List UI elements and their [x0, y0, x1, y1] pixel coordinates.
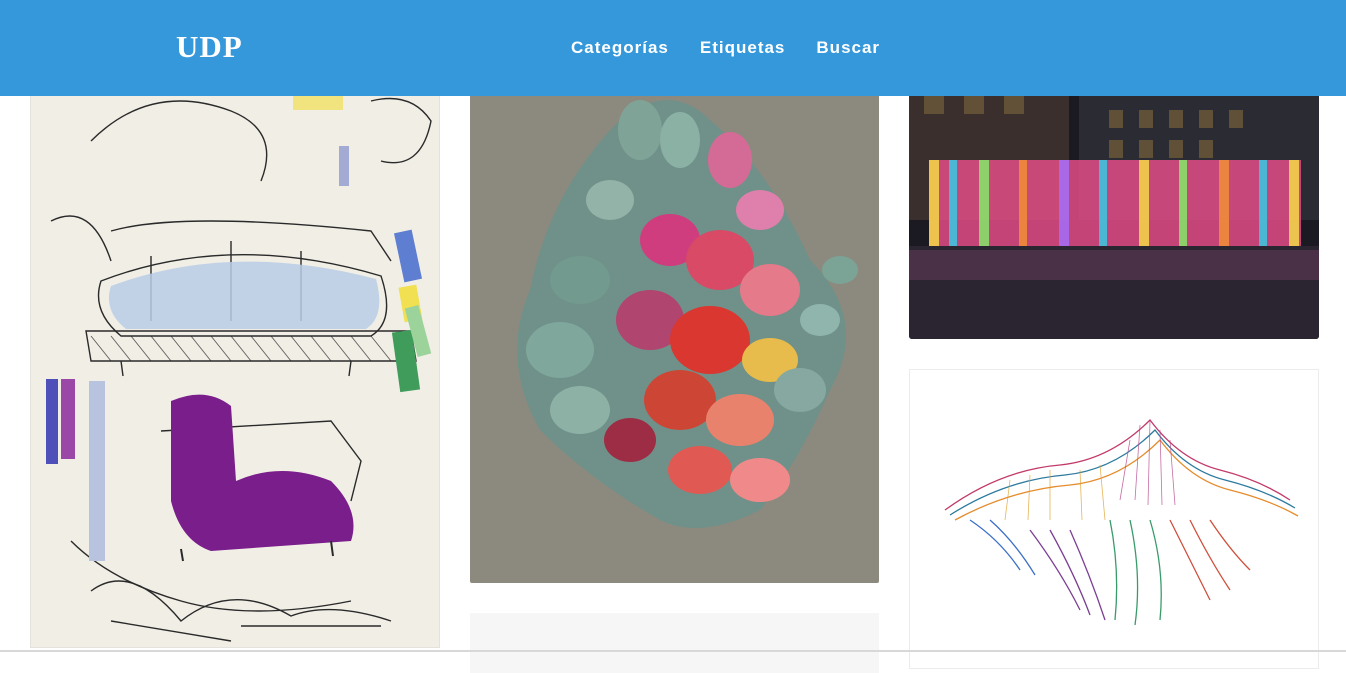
feed-card-installation[interactable] — [909, 60, 1319, 339]
nav-link-buscar[interactable]: Buscar — [816, 38, 880, 58]
nav-link-etiquetas[interactable]: Etiquetas — [700, 38, 786, 58]
top-navigation-bar: UDP Categorías Etiquetas Buscar — [0, 0, 1346, 96]
sofa-sketch-image — [31, 61, 439, 647]
textile-sculpture-image — [470, 60, 879, 583]
nav-link-categorias[interactable]: Categorías — [571, 38, 669, 58]
light-installation-image — [909, 60, 1319, 339]
main-nav: Categorías Etiquetas Buscar — [571, 38, 880, 58]
mountain-drawing-image — [910, 370, 1318, 668]
feed-card-sketch[interactable] — [30, 60, 440, 648]
feed-card-partial[interactable] — [470, 613, 879, 673]
feed-card-textile[interactable] — [470, 60, 879, 583]
brand-logo[interactable]: UDP — [176, 29, 243, 65]
feed-card-mountain[interactable] — [909, 369, 1319, 669]
